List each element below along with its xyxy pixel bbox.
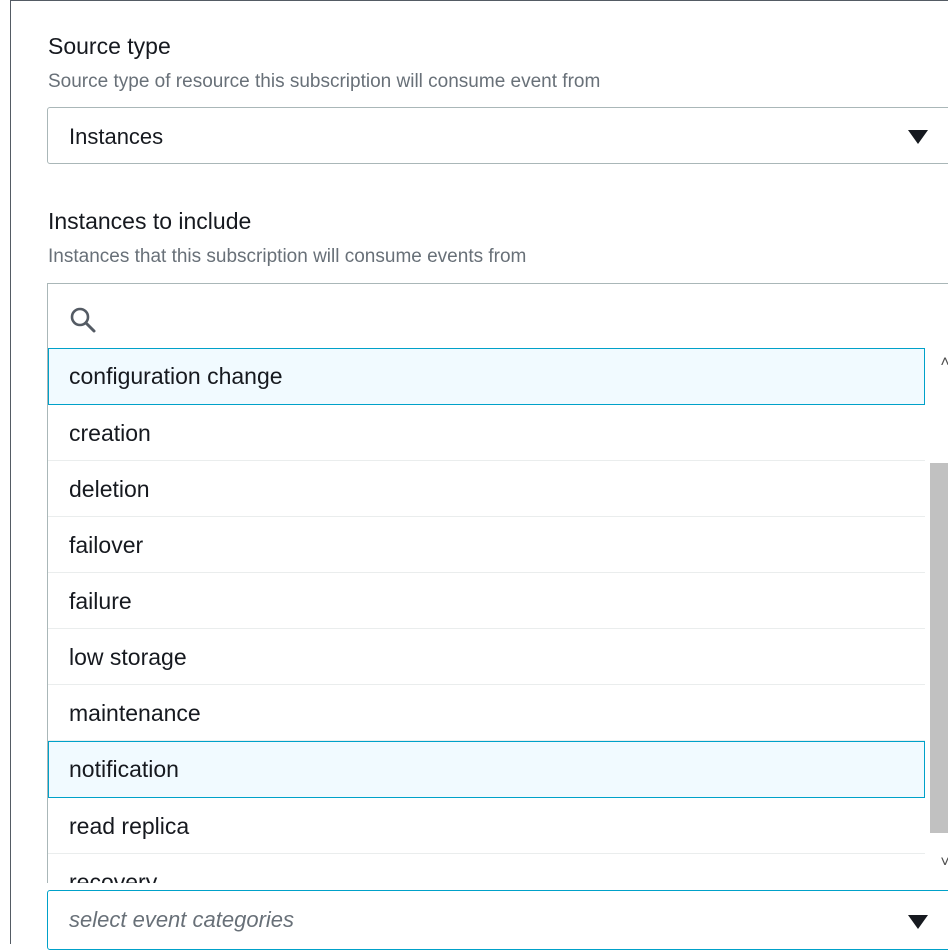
option-label: failure [69,588,132,614]
list-item[interactable]: recovery [48,854,925,883]
option-label: configuration change [69,363,283,389]
list-item[interactable]: failure [48,573,925,629]
options-scrollbar[interactable]: ˄ ˅ [926,348,948,883]
chevron-down-icon[interactable]: ˅ [936,854,948,872]
event-categories-placeholder: select event categories [69,907,295,932]
event-categories-dropdown: configuration change creation deletion f… [47,283,948,883]
list-item[interactable]: deletion [48,461,925,517]
instances-to-include-description: Instances that this subscription will co… [48,246,527,267]
list-item[interactable]: failover [48,517,925,573]
source-type-select[interactable]: Instances [47,107,948,164]
instances-to-include-label: Instances to include [48,208,252,234]
source-type-label: Source type [48,33,171,59]
list-item[interactable]: creation [48,405,925,461]
option-label: notification [69,756,179,782]
option-label: creation [69,420,151,446]
chevron-up-icon[interactable]: ˄ [936,354,948,372]
source-type-selected-value: Instances [69,124,164,149]
source-type-description: Source type of resource this subscriptio… [48,71,601,92]
option-label: recovery [69,869,158,883]
list-item[interactable]: maintenance [48,685,925,741]
caret-down-icon [908,130,928,144]
option-label: failover [69,532,144,558]
list-item[interactable]: read replica [48,798,925,854]
list-item[interactable]: notification [48,741,925,798]
option-label: read replica [69,813,190,839]
list-item[interactable]: low storage [48,629,925,685]
option-label: deletion [69,476,150,502]
list-item[interactable]: configuration change [48,348,925,405]
option-label: low storage [69,644,187,670]
caret-down-icon [908,915,928,929]
search-icon [70,307,96,333]
dropdown-search[interactable] [48,284,948,348]
option-label: maintenance [69,700,201,726]
event-category-options: configuration change creation deletion f… [48,348,925,883]
scroll-thumb[interactable] [930,463,948,833]
event-categories-input[interactable]: select event categories [47,890,948,950]
